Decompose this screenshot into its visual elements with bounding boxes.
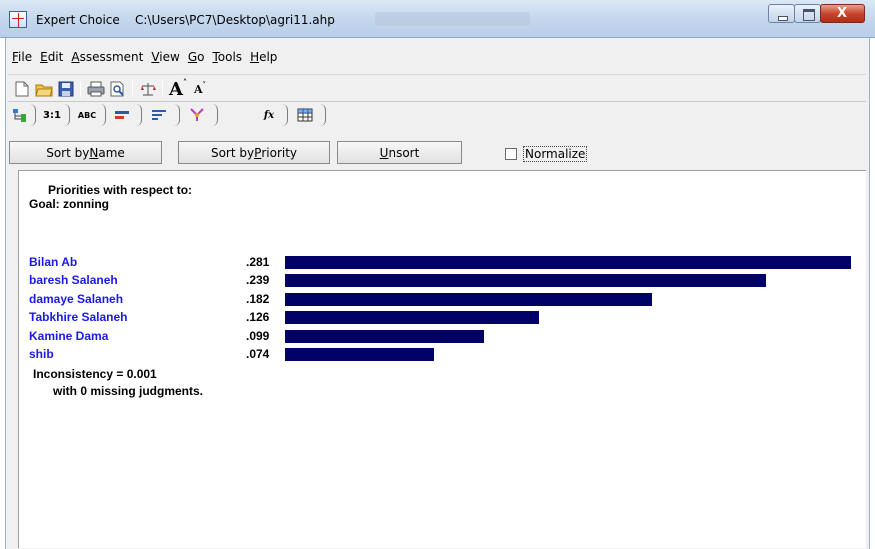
- tab-separator: [30, 104, 36, 126]
- menu-file-rest: ile: [18, 50, 33, 64]
- toolbar-separator: [132, 81, 133, 97]
- tab-separator: [282, 104, 288, 126]
- data-grid-icon[interactable]: [294, 105, 316, 125]
- alternative-label: Tabkhire Salaneh: [29, 310, 128, 325]
- priority-bar: [285, 292, 652, 306]
- priority-bar: [285, 348, 434, 361]
- tab-verbal[interactable]: ABC: [74, 105, 100, 125]
- unsort-post: nsort: [388, 145, 420, 160]
- priority-value: .239: [246, 273, 270, 288]
- sort-by-priority-accel: P: [254, 145, 262, 160]
- unsort-accel: U: [379, 145, 389, 160]
- toolbar: A ˄ A ˅: [8, 74, 866, 102]
- goal-label: Goal: zonning: [29, 197, 109, 211]
- priority-value: .281: [246, 255, 270, 269]
- font-increase-icon[interactable]: A ˄: [168, 77, 188, 100]
- toolbar-separator: [162, 81, 163, 97]
- save-icon[interactable]: [56, 79, 76, 99]
- alternative-label: Bilan Ab: [29, 255, 78, 269]
- print-preview-icon[interactable]: [108, 79, 128, 99]
- sort-bar: Sort by Name Sort by Priority Unsort Nor…: [8, 134, 866, 164]
- font-decrease-icon[interactable]: A ˅: [190, 79, 210, 99]
- menu-assessment[interactable]: Assessment: [67, 48, 147, 70]
- menu-edit-accel: E: [40, 50, 48, 64]
- menu-assessment-accel: A: [71, 50, 80, 64]
- app-name: Expert Choice: [36, 13, 120, 27]
- new-file-icon[interactable]: [12, 79, 32, 99]
- tab-separator: [100, 104, 106, 126]
- inconsistency-ratio: Inconsistency = 0.001: [33, 367, 157, 381]
- blurred-title-area: [375, 12, 530, 26]
- priority-bar: [285, 256, 851, 269]
- priority-value: .126: [246, 310, 270, 325]
- missing-judgments: with 0 missing judgments.: [53, 384, 204, 398]
- sort-by-name-accel: N: [89, 145, 99, 160]
- alternative-label: Kamine Dama: [29, 328, 109, 343]
- balance-icon[interactable]: [138, 79, 158, 99]
- view-tabs: 3:1 ABC fx: [8, 103, 866, 127]
- print-icon[interactable]: [86, 79, 106, 99]
- sort-by-priority-button[interactable]: Sort by Priority: [178, 141, 330, 164]
- model-icon[interactable]: [186, 105, 208, 125]
- menu-tools-rest: ools: [217, 50, 243, 64]
- window-title: Expert Choice C:\Users\PC7\Desktop\agri1…: [36, 13, 335, 27]
- sort-by-name-button[interactable]: Sort by Name: [9, 141, 162, 164]
- normalize-option[interactable]: Normalize: [505, 146, 588, 162]
- normalize-label: Normalize: [523, 146, 588, 162]
- priority-value: .074: [246, 347, 270, 361]
- alternative-label: baresh Salaneh: [29, 273, 118, 288]
- menu-go-accel: G: [187, 50, 198, 64]
- menu-assessment-rest: ssessment: [79, 50, 144, 64]
- bar-priorities-icon[interactable]: [148, 105, 170, 125]
- priority-value: .099: [246, 328, 270, 343]
- sort-by-priority-post: riority: [261, 145, 298, 160]
- tab-separator: [136, 104, 142, 126]
- sort-by-priority-pre: Sort by: [210, 145, 255, 160]
- priorities-heading: Priorities with respect to:: [48, 183, 193, 197]
- priority-bar: [285, 274, 766, 288]
- normalize-checkbox[interactable]: [505, 148, 517, 160]
- formula-icon[interactable]: fx: [258, 105, 280, 125]
- toolbar-separator: [80, 81, 81, 97]
- priority-value: .182: [246, 291, 270, 306]
- open-folder-icon[interactable]: [34, 79, 54, 99]
- tab-separator: [320, 104, 326, 126]
- maximize-button[interactable]: [794, 4, 821, 23]
- sort-by-name-post: ame: [98, 145, 125, 160]
- app-icon[interactable]: [9, 11, 27, 28]
- sort-by-name-pre: Sort by: [46, 145, 90, 160]
- menu-edit-rest: dit: [47, 50, 64, 64]
- menu-tools[interactable]: Tools: [208, 48, 246, 70]
- alternative-label: damaye Salaneh: [29, 291, 124, 306]
- menu-help[interactable]: Help: [246, 48, 281, 70]
- menu-view[interactable]: View: [147, 48, 183, 70]
- priority-bar: [285, 329, 484, 343]
- menu-help-accel: H: [250, 50, 260, 64]
- menu-edit[interactable]: Edit: [36, 48, 67, 70]
- tree-view-icon[interactable]: [10, 105, 32, 125]
- menu-file[interactable]: File: [8, 48, 36, 70]
- graphical-compare-icon[interactable]: [112, 105, 134, 125]
- menu-go[interactable]: Go: [184, 48, 209, 70]
- tab-pairwise[interactable]: 3:1: [40, 105, 64, 125]
- priorities-panel: Priorities with respect to: Goal: zonnin…: [18, 170, 866, 548]
- menu-bar: File Edit Assessment View Go Tools Help: [8, 48, 281, 70]
- unsort-button[interactable]: Unsort: [337, 141, 462, 164]
- alternative-label: shib: [29, 347, 54, 361]
- tab-separator: [212, 104, 218, 126]
- menu-view-rest: iew: [159, 50, 180, 64]
- menu-help-rest: elp: [259, 50, 278, 64]
- file-path: C:\Users\PC7\Desktop\agri11.ahp: [135, 13, 335, 27]
- title-bar: Expert Choice C:\Users\PC7\Desktop\agri1…: [0, 0, 875, 38]
- menu-go-rest: o: [197, 50, 205, 64]
- priority-bar: [285, 311, 539, 325]
- tab-separator: [174, 104, 180, 126]
- close-button[interactable]: [820, 4, 865, 23]
- minimize-button[interactable]: [768, 4, 795, 23]
- tab-separator: [64, 104, 70, 126]
